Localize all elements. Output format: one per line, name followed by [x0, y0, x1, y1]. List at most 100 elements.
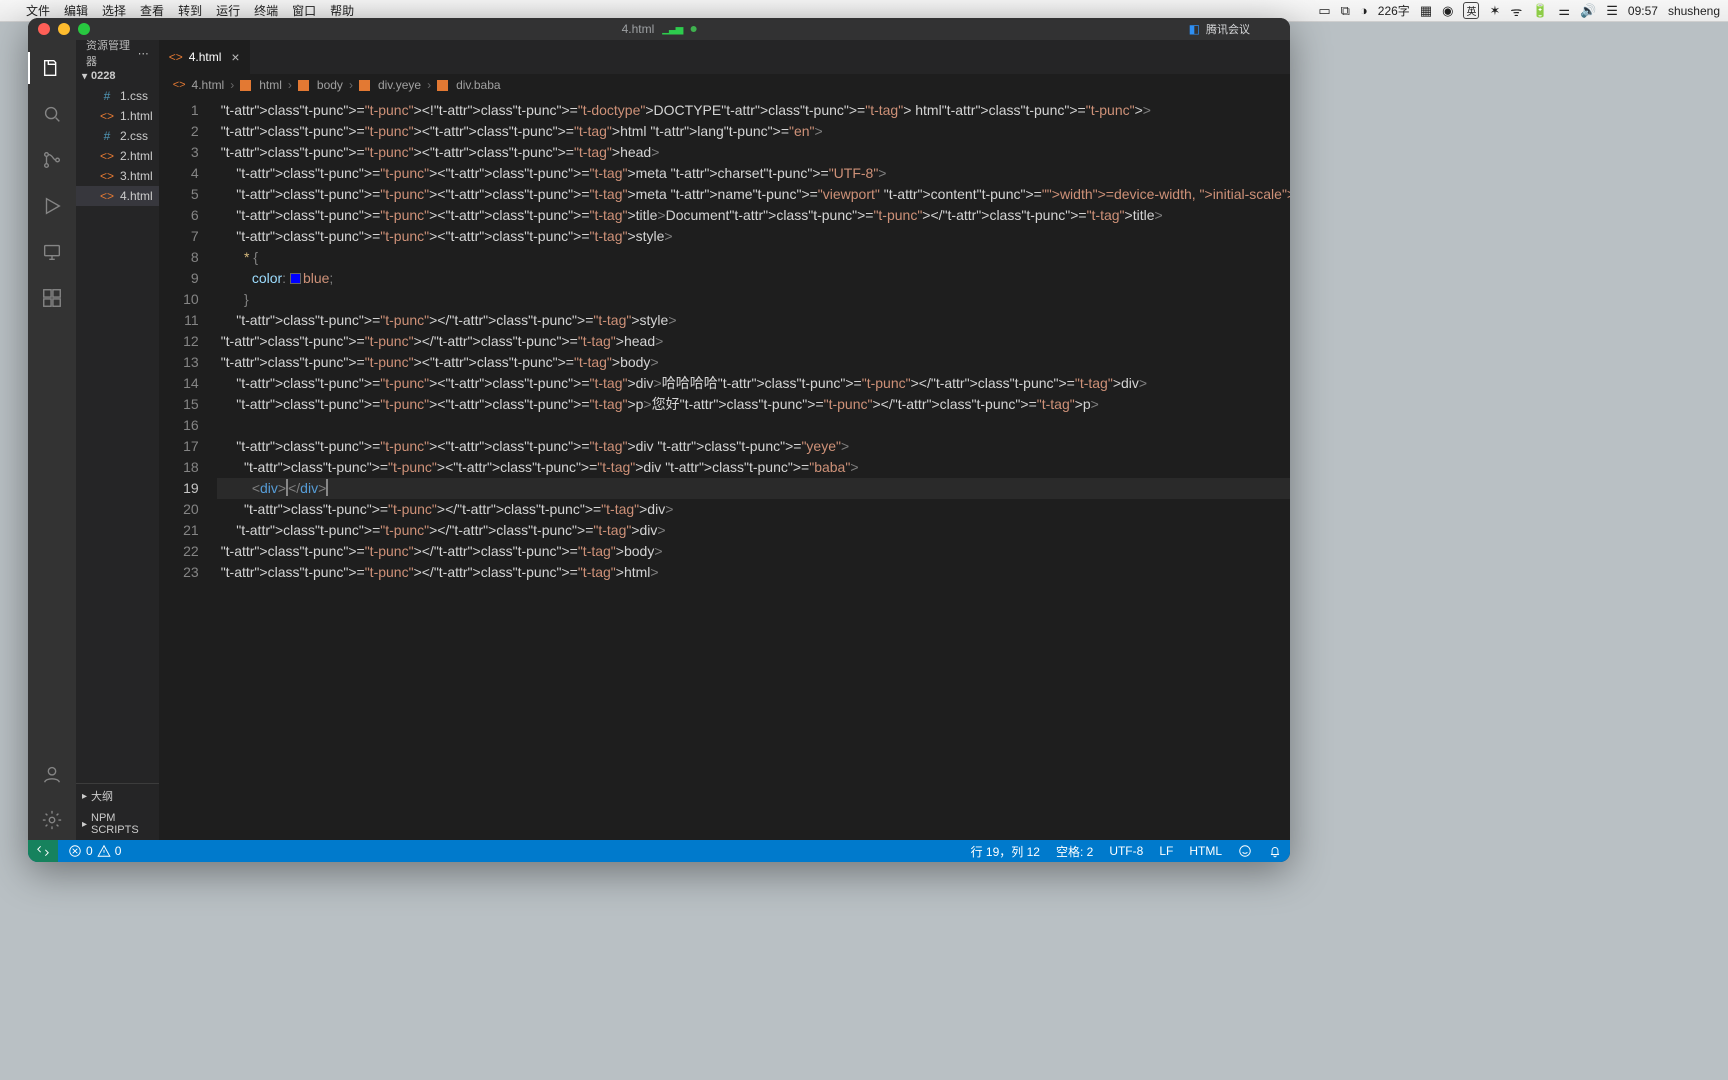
menu-file[interactable]: 文件: [26, 2, 50, 19]
line-number-gutter: 1234567891011121314151617181920212223: [159, 96, 217, 840]
account-icon[interactable]: [28, 754, 76, 794]
sync-icon[interactable]: ◑: [1360, 3, 1368, 18]
file-name: 3.html: [120, 169, 153, 183]
status-dot-icon: [690, 26, 696, 32]
menu-select[interactable]: 选择: [102, 2, 126, 19]
problems-indicator[interactable]: 0 0: [68, 844, 121, 858]
window-titlebar: 4.html ▁▃▅ ◧ 腾讯会议: [28, 18, 1290, 40]
siri-icon[interactable]: ◉: [1442, 3, 1453, 19]
clock[interactable]: 09:57: [1628, 4, 1658, 18]
file-row[interactable]: <>4.html: [76, 186, 159, 206]
css-file-icon: #: [100, 129, 114, 143]
tab-4html[interactable]: <> 4.html ×: [159, 40, 251, 74]
settings-gear-icon[interactable]: [28, 800, 76, 840]
input-method[interactable]: 英: [1463, 2, 1479, 19]
menu-help[interactable]: 帮助: [330, 2, 354, 19]
element-icon: [359, 80, 370, 91]
file-row[interactable]: <>3.html: [76, 166, 159, 186]
html-file-icon: <>: [173, 79, 186, 91]
explorer-sidebar: 资源管理器 ⋯ ▸ 0228 #1.css<>1.html#2.css<>2.h…: [76, 40, 159, 840]
notifications-icon[interactable]: ☰: [1606, 3, 1618, 19]
window-minimize-button[interactable]: [58, 23, 70, 35]
notifications-bell-icon[interactable]: [1268, 844, 1282, 859]
file-row[interactable]: #1.css: [76, 86, 159, 106]
npm-scripts-label: NPM SCRIPTS: [91, 812, 153, 836]
editor-tabs: <> 4.html × ⋯: [159, 40, 1290, 74]
tab-label: 4.html: [189, 50, 222, 64]
window-close-button[interactable]: [38, 23, 50, 35]
menu-window[interactable]: 窗口: [292, 2, 316, 19]
status-bar: 0 0 行 19，列 12 空格: 2 UTF-8 LF HTML: [28, 840, 1290, 862]
volume-icon[interactable]: 🔊: [1580, 3, 1596, 19]
encoding[interactable]: UTF-8: [1109, 844, 1143, 858]
html-file-icon: <>: [100, 109, 114, 123]
file-row[interactable]: <>2.html: [76, 146, 159, 166]
cursor-position[interactable]: 行 19，列 12: [971, 843, 1040, 860]
breadcrumb[interactable]: <> 4.html › html › body › div.yeye › div…: [159, 74, 1290, 96]
source-control-icon[interactable]: [28, 140, 76, 180]
menu-terminal[interactable]: 终端: [254, 2, 278, 19]
eol[interactable]: LF: [1159, 844, 1173, 858]
tencent-meeting-icon[interactable]: ◧: [1189, 22, 1200, 36]
indentation[interactable]: 空格: 2: [1056, 843, 1093, 860]
chevron-right-icon: ▸: [82, 791, 87, 802]
remote-explorer-icon[interactable]: [28, 232, 76, 272]
breadcrumb-item[interactable]: div.baba: [456, 78, 500, 92]
menu-edit[interactable]: 编辑: [64, 2, 88, 19]
folder-header[interactable]: ▸ 0228: [76, 66, 159, 86]
chevron-down-icon: ▸: [79, 73, 90, 78]
wifi-icon[interactable]: ᯤ: [1510, 2, 1522, 20]
display-icon[interactable]: ▭: [1318, 3, 1330, 19]
html-file-icon: <>: [169, 50, 183, 64]
menu-view[interactable]: 查看: [140, 2, 164, 19]
chevron-right-icon: ▸: [82, 819, 87, 830]
extensions-icon[interactable]: [28, 278, 76, 318]
element-icon: [240, 80, 251, 91]
explorer-icon[interactable]: [28, 48, 76, 88]
feedback-icon[interactable]: [1238, 844, 1252, 859]
folder-name: 0228: [91, 70, 115, 82]
username[interactable]: shusheng: [1668, 4, 1720, 18]
record-icon[interactable]: ⧉: [1341, 3, 1350, 19]
menu-run[interactable]: 运行: [216, 2, 240, 19]
qr-icon[interactable]: ▦: [1420, 3, 1432, 19]
sidebar-more-icon[interactable]: ⋯: [138, 47, 149, 60]
element-icon: [298, 80, 309, 91]
editor-group: <> 4.html × ⋯ <> 4.html › html ›: [159, 40, 1290, 840]
chevron-right-icon: ›: [427, 78, 431, 92]
tencent-meeting-label[interactable]: 腾讯会议: [1206, 21, 1250, 37]
tab-close-icon[interactable]: ×: [231, 49, 239, 65]
file-row[interactable]: <> 1.html: [76, 106, 159, 126]
breadcrumb-item[interactable]: div.yeye: [378, 78, 421, 92]
run-debug-icon[interactable]: [28, 186, 76, 226]
file-name: 1.html: [120, 109, 153, 123]
explorer-title: 资源管理器: [86, 37, 138, 69]
remote-indicator[interactable]: [28, 840, 58, 862]
code-editor[interactable]: 1234567891011121314151617181920212223 "t…: [159, 96, 1290, 840]
css-file-icon: #: [100, 89, 114, 103]
breadcrumb-item[interactable]: 4.html: [192, 78, 225, 92]
breadcrumb-item[interactable]: body: [317, 78, 343, 92]
file-name: 2.css: [120, 129, 148, 143]
battery-icon[interactable]: 🔋: [1532, 3, 1548, 19]
language-mode[interactable]: HTML: [1189, 844, 1222, 858]
spotlight-icon[interactable]: ✶: [1489, 3, 1500, 19]
html-file-icon: <>: [100, 149, 114, 163]
warnings-count: 0: [115, 844, 122, 858]
chevron-right-icon: ›: [288, 78, 292, 92]
vscode-window: 4.html ▁▃▅ ◧ 腾讯会议: [28, 18, 1290, 862]
search-icon[interactable]: [28, 94, 76, 134]
element-icon: [437, 80, 448, 91]
breadcrumb-item[interactable]: html: [259, 78, 282, 92]
code-content[interactable]: "t-attr">class"t-punc">="t-punc"><!"t-at…: [217, 96, 1290, 840]
ime-status[interactable]: 226字: [1378, 2, 1410, 19]
menu-goto[interactable]: 转到: [178, 2, 202, 19]
control-center-icon[interactable]: ⚌: [1558, 3, 1570, 19]
outline-section[interactable]: ▸ 大纲: [76, 784, 159, 808]
chevron-right-icon: ›: [230, 78, 234, 92]
activity-bar: [28, 40, 76, 840]
errors-count: 0: [86, 844, 93, 858]
npm-scripts-section[interactable]: ▸ NPM SCRIPTS: [76, 808, 159, 840]
window-maximize-button[interactable]: [78, 23, 90, 35]
file-row[interactable]: #2.css: [76, 126, 159, 146]
